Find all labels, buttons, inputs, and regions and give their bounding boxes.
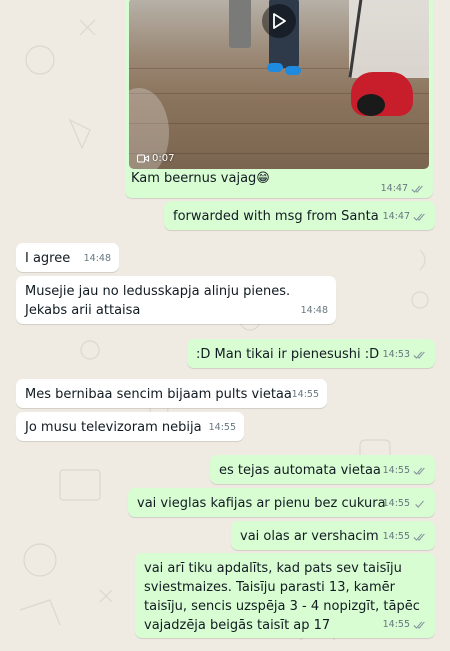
- video-duration: 0:07: [137, 153, 174, 164]
- double-check-icon: [411, 185, 423, 193]
- message-meta: 14:53: [383, 345, 427, 364]
- message-meta: 14:55: [383, 494, 427, 513]
- message-bubble-outgoing[interactable]: vai olas ar vershacim 14:55: [231, 521, 435, 550]
- play-icon: [273, 13, 286, 29]
- single-check-icon: [415, 500, 424, 508]
- double-check-icon: [413, 467, 425, 475]
- video-caption: Kam beernus vajag😁: [131, 171, 270, 186]
- video-thumbnail[interactable]: 0:07: [129, 0, 429, 169]
- message-bubble-outgoing[interactable]: vai vieglas kafijas ar pienu bez cukura …: [128, 488, 435, 517]
- message-bubble-incoming[interactable]: I agree 14:48: [16, 243, 119, 272]
- message-meta: 14:47: [383, 207, 427, 226]
- double-check-icon: [413, 213, 425, 221]
- message-meta: 14:47: [381, 183, 425, 194]
- video-message[interactable]: 0:07 Kam beernus vajag😁 14:47: [125, 0, 433, 198]
- grinning-emoji: 😁: [256, 171, 270, 186]
- message-meta: 14:55: [208, 422, 236, 433]
- message-meta: 14:55: [383, 461, 427, 480]
- message-bubble-outgoing[interactable]: forwarded with msg from Santa 14:47: [164, 201, 435, 230]
- double-check-icon: [413, 351, 425, 359]
- message-bubble-outgoing[interactable]: es tejas automata vietaa 14:55: [210, 455, 435, 484]
- message-meta: 14:55: [291, 389, 319, 400]
- double-check-icon: [413, 533, 425, 541]
- video-camera-icon: [137, 154, 149, 163]
- message-meta: 14:55: [383, 615, 427, 634]
- message-meta: 14:48: [83, 253, 111, 264]
- play-button[interactable]: [262, 4, 296, 38]
- message-bubble-outgoing[interactable]: vai arī tiku apdalīts, kad pats sev tais…: [135, 553, 435, 638]
- message-meta: 14:55: [383, 527, 427, 546]
- message-bubble-incoming[interactable]: Jo musu televizoram nebija 14:55: [16, 412, 244, 441]
- double-check-icon: [413, 621, 425, 629]
- message-bubble-incoming[interactable]: Mes bernibaa sencim bijaam pults vietaa …: [16, 379, 327, 408]
- message-meta: 14:48: [300, 305, 328, 316]
- message-bubble-incoming[interactable]: Musejie jau no ledusskapja alinju pienes…: [16, 276, 336, 324]
- message-bubble-outgoing[interactable]: :D Man tikai ir pienesushi :D 14:53: [187, 339, 435, 368]
